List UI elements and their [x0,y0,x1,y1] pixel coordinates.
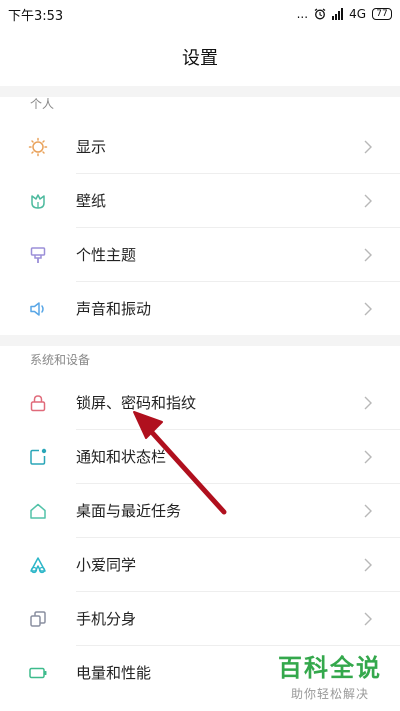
more-dots: ... [296,7,309,21]
speaker-icon [30,301,44,316]
settings-item-theme[interactable]: 个性主题 [0,228,400,281]
section-label-personal: 个人 [30,97,55,111]
settings-item-display[interactable]: 显示 [0,120,400,173]
alarm-icon [314,8,326,20]
wallpaper-icon [31,193,45,209]
section-separator [0,335,400,346]
watermark-title: 百科全说 [278,654,382,682]
settings-item-label: 声音和振动 [76,300,152,318]
sun-icon [28,137,48,156]
settings-item-label: 壁纸 [76,192,107,210]
chevron-right-icon [364,612,372,625]
settings-item-sound[interactable]: 声音和振动 [0,282,400,335]
watermark-logo: 百科全说 助你轻松解决 [270,648,390,702]
battery-icon [29,667,47,678]
theme-brush-icon [30,246,46,263]
network-type: 4G [349,7,366,21]
chevron-right-icon [364,450,372,463]
chevron-right-icon [364,504,372,517]
status-bar: 下午3:53 ... 4G 77 [0,0,400,28]
settings-item-label: 小爱同学 [76,556,137,574]
chevron-right-icon [364,140,372,153]
xiaoai-icon [30,556,46,573]
clone-icon [30,610,46,627]
settings-item-label: 个性主题 [76,246,137,264]
settings-item-label: 桌面与最近任务 [76,502,182,520]
settings-item-label: 手机分身 [76,610,137,628]
settings-item-label: 电量和性能 [76,664,152,682]
settings-item-label: 显示 [76,138,107,156]
battery-indicator: 77 [372,8,392,20]
chevron-right-icon [364,558,372,571]
chevron-right-icon [364,396,372,409]
settings-item-xiaoai[interactable]: 小爱同学 [0,538,400,591]
section-label-system: 系统和设备 [30,353,91,367]
notification-icon [30,448,47,465]
signal-icon [332,8,344,20]
settings-item-wallpaper[interactable]: 壁纸 [0,174,400,227]
watermark-subtitle: 助你轻松解决 [290,687,369,701]
settings-item-lockscreen[interactable]: 锁屏、密码和指纹 [0,376,400,429]
status-time: 下午3:53 [8,8,64,24]
settings-item-dual-apps[interactable]: 手机分身 [0,592,400,645]
status-indicators: ... 4G 77 [297,7,392,21]
chevron-right-icon [364,302,372,315]
chevron-right-icon [364,248,372,261]
settings-item-desktop[interactable]: 桌面与最近任务 [0,484,400,537]
settings-item-label: 通知和状态栏 [76,448,167,466]
lock-icon [30,394,46,411]
chevron-right-icon [364,194,372,207]
settings-item-notifications[interactable]: 通知和状态栏 [0,430,400,483]
section-separator [0,86,400,97]
page-title: 设置 [182,48,218,69]
settings-item-label: 锁屏、密码和指纹 [76,394,197,412]
home-icon [30,503,46,519]
